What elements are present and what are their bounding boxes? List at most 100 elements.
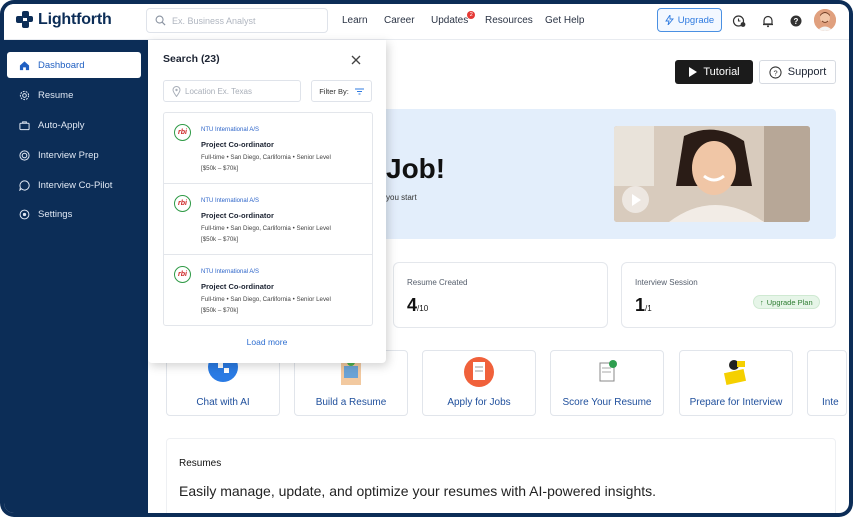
- filter-button[interactable]: Filter By:: [311, 80, 372, 102]
- upgrade-button[interactable]: Upgrade: [657, 8, 722, 32]
- location-input[interactable]: [185, 86, 295, 96]
- chat-icon: [19, 179, 30, 191]
- stat-label: Resume Created: [407, 278, 468, 287]
- logo-icon: [16, 11, 34, 29]
- sidebar-item-label: Settings: [38, 208, 73, 220]
- tile-label: Inte: [822, 397, 839, 408]
- stat-value: 4/10: [407, 295, 429, 315]
- nav-career[interactable]: Career: [384, 15, 415, 26]
- target-icon: [19, 149, 30, 161]
- job-result-item[interactable]: rbi NTU International A/S Project Co-ord…: [164, 113, 372, 184]
- support-button[interactable]: ? Support: [759, 60, 836, 84]
- tutorial-label: Tutorial: [703, 66, 740, 78]
- resumes-title: Resumes: [179, 458, 222, 469]
- job-salary: [$50k – $70k]: [201, 165, 239, 172]
- apply-jobs-icon: [464, 357, 494, 387]
- upgrade-label: Upgrade: [677, 14, 715, 26]
- tutorial-button[interactable]: Tutorial: [675, 60, 753, 84]
- nav-learn[interactable]: Learn: [342, 15, 368, 26]
- tutorial-video[interactable]: [614, 126, 810, 222]
- company-logo: rbi: [174, 124, 191, 141]
- resumes-description: Easily manage, update, and optimize your…: [179, 483, 657, 499]
- updates-badge: 2: [467, 11, 476, 19]
- sidebar-item-dashboard[interactable]: Dashboard: [7, 52, 141, 78]
- sidebar-item-interview-co-pilot[interactable]: Interview Co-Pilot: [7, 172, 141, 198]
- job-title: Project Co-ordinator: [201, 211, 274, 220]
- support-label: Support: [787, 66, 827, 78]
- stat-card-interview-session: Interview Session 1/1 ↑ Upgrade Plan: [621, 262, 836, 328]
- gear-outline-icon: [19, 90, 30, 100]
- job-result-item[interactable]: rbi NTU International A/S Project Co-ord…: [164, 184, 372, 255]
- tile-apply-for-jobs[interactable]: Apply for Jobs: [422, 350, 536, 416]
- lightning-icon: [664, 15, 674, 25]
- brand-name: Lightforth: [38, 11, 112, 28]
- sidebar-item-settings[interactable]: Settings: [7, 201, 141, 227]
- job-salary: [$50k – $70k]: [201, 236, 239, 243]
- filter-icon: [354, 88, 364, 94]
- sidebar-item-label: Dashboard: [38, 59, 85, 71]
- sidebar-item-resume[interactable]: Resume: [7, 82, 141, 108]
- play-icon: [631, 193, 641, 206]
- upgrade-plan-button[interactable]: ↑ Upgrade Plan: [753, 295, 820, 309]
- score-resume-icon: [599, 360, 617, 382]
- company-logo: rbi: [174, 266, 191, 283]
- company-logo: rbi: [174, 195, 191, 212]
- nav-updates-label: Updates: [431, 15, 469, 26]
- interview-prep-icon: [723, 360, 747, 385]
- job-result-item[interactable]: rbi NTU International A/S Project Co-ord…: [164, 255, 372, 325]
- upgrade-plan-label: Upgrade Plan: [766, 297, 813, 307]
- sidebar-item-label: Auto-Apply: [38, 119, 85, 131]
- job-search-input[interactable]: [172, 15, 312, 26]
- search-results-panel: Search (23) Filter By: rbi NTU Internati…: [148, 40, 386, 363]
- sidebar-item-label: Resume: [38, 89, 74, 101]
- bell-icon[interactable]: [761, 14, 775, 28]
- tile-label: Score Your Resume: [562, 397, 652, 408]
- help-icon[interactable]: ?: [789, 14, 803, 28]
- sidebar: Dashboard Resume Auto-Apply Interview Pr…: [4, 40, 148, 513]
- job-meta: Full-time • San Diego, Carlifornia • Sen…: [201, 154, 331, 161]
- nav-updates[interactable]: Updates 2: [431, 11, 476, 26]
- job-company: NTU International A/S: [201, 269, 260, 275]
- hero-title: Job!: [386, 153, 446, 184]
- nav-get-help[interactable]: Get Help: [545, 15, 584, 26]
- play-icon: [689, 67, 698, 77]
- close-icon[interactable]: [350, 54, 362, 66]
- tile-label: Build a Resume: [315, 397, 387, 408]
- home-icon: [19, 60, 30, 70]
- stat-label: Interview Session: [635, 278, 698, 287]
- tile-label: Prepare for Interview: [689, 397, 783, 408]
- stat-card-resume-created: Resume Created 4/10: [393, 262, 608, 328]
- filter-label: Filter By:: [319, 86, 349, 96]
- settings-icon: [19, 209, 30, 219]
- resumes-section: Resumes Easily manage, update, and optim…: [166, 438, 836, 513]
- tile-interview-partial[interactable]: Inte: [807, 350, 847, 416]
- top-header: Lightforth Learn Career Updates 2 Resour…: [4, 4, 849, 40]
- schedule-icon[interactable]: [732, 14, 746, 28]
- app-frame: Lightforth Learn Career Updates 2 Resour…: [0, 0, 853, 517]
- video-play-button[interactable]: [622, 186, 649, 213]
- job-search-field[interactable]: [146, 8, 328, 33]
- sidebar-item-auto-apply[interactable]: Auto-Apply: [7, 112, 141, 138]
- job-title: Project Co-ordinator: [201, 140, 274, 149]
- tile-score-your-resume[interactable]: Score Your Resume: [550, 350, 664, 416]
- tile-label: Apply for Jobs: [447, 397, 511, 408]
- job-company: NTU International A/S: [201, 198, 260, 204]
- job-title: Project Co-ordinator: [201, 282, 274, 291]
- location-pin-icon: [172, 85, 181, 97]
- tile-label: Chat with AI: [196, 397, 250, 408]
- logo[interactable]: Lightforth: [16, 11, 112, 29]
- svg-text:?: ?: [773, 68, 777, 77]
- question-circle-icon: ?: [769, 65, 782, 79]
- job-meta: Full-time • San Diego, Carlifornia • Sen…: [201, 296, 331, 303]
- svg-text:?: ?: [794, 17, 799, 26]
- nav-resources[interactable]: Resources: [485, 15, 533, 26]
- user-avatar[interactable]: [814, 9, 836, 31]
- sidebar-item-interview-prep[interactable]: Interview Prep: [7, 142, 141, 168]
- load-more-button[interactable]: Load more: [148, 337, 386, 347]
- app-screen: Lightforth Learn Career Updates 2 Resour…: [4, 4, 849, 513]
- location-field[interactable]: [163, 80, 301, 102]
- tile-prepare-for-interview[interactable]: Prepare for Interview: [679, 350, 793, 416]
- hero-subtitle: you start: [386, 193, 417, 202]
- job-salary: [$50k – $70k]: [201, 307, 239, 314]
- briefcase-icon: [19, 120, 30, 130]
